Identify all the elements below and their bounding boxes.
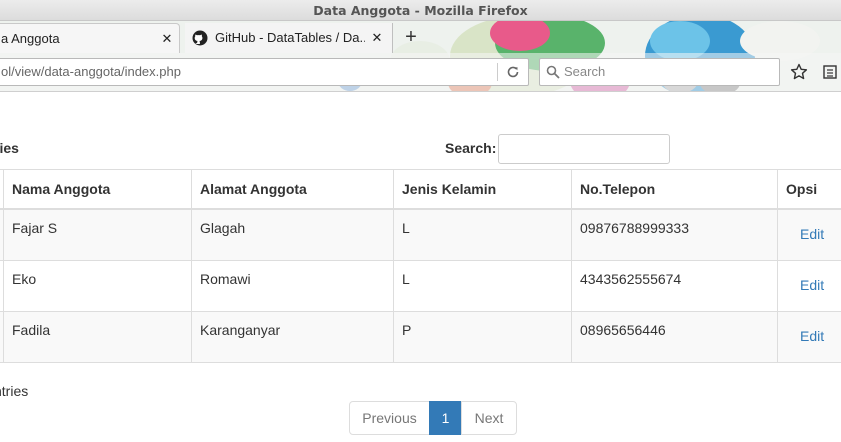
pagination-previous-button[interactable]: Previous	[349, 401, 430, 435]
cell-alamat: Glagah	[191, 209, 394, 261]
pagination-page-1-button[interactable]: 1	[429, 401, 462, 435]
entries-length-label: ries	[0, 140, 19, 156]
reload-icon[interactable]	[505, 64, 521, 80]
table-info-text: ntries	[0, 383, 29, 399]
edit-link[interactable]: Edit	[800, 226, 824, 242]
column-header-jenis-kelamin[interactable]: Jenis Kelamin	[393, 169, 572, 210]
tab-close-icon[interactable]: ✕	[369, 23, 385, 53]
table-row: Fadila Karanganyar P 08965656446 Edit	[0, 311, 841, 363]
cell-alamat: Romawi	[191, 260, 394, 312]
cell-opsi: Edit	[777, 311, 841, 363]
table-search-label: Search:	[445, 140, 497, 156]
window-title: Data Anggota - Mozilla Firefox	[313, 3, 528, 18]
cell-nama: Fadila	[3, 311, 192, 363]
cell-telepon: 4343562555674	[571, 260, 778, 312]
reading-list-icon[interactable]	[822, 64, 838, 80]
cell-telepon: 08965656446	[571, 311, 778, 363]
browser-search-placeholder: Search	[564, 64, 606, 79]
url-text[interactable]: ol/view/data-anggota/index.php	[1, 59, 181, 85]
navigation-bar: ol/view/data-anggota/index.php Search	[0, 53, 841, 91]
cell-jenis-kelamin: P	[393, 311, 572, 363]
column-header-telepon[interactable]: No.Telepon	[571, 169, 778, 210]
search-icon	[546, 65, 560, 79]
column-header-nama[interactable]: Nama Anggota	[3, 169, 192, 210]
cell-jenis-kelamin: L	[393, 260, 572, 312]
cell-nama: Eko	[3, 260, 192, 312]
pagination: Previous 1 Next	[349, 401, 517, 435]
browser-search-bar[interactable]: Search	[539, 58, 780, 86]
pagination-next-button[interactable]: Next	[461, 401, 517, 435]
tab-close-icon[interactable]: ✕	[159, 24, 175, 53]
browser-chrome: a Anggota ✕ GitHub - DataTables / Da... …	[0, 21, 841, 92]
github-icon	[192, 30, 208, 46]
cell-telepon: 09876788999333	[571, 209, 778, 261]
edit-link[interactable]: Edit	[800, 328, 824, 344]
table-search-input[interactable]	[498, 134, 670, 164]
table-header-row: Nama Anggota Alamat Anggota Jenis Kelami…	[0, 169, 841, 210]
tab-github-datatables[interactable]: GitHub - DataTables / Da... ✕	[185, 23, 393, 53]
edit-link[interactable]: Edit	[800, 277, 824, 293]
bookmark-star-icon[interactable]	[790, 63, 808, 81]
url-bar[interactable]: ol/view/data-anggota/index.php	[0, 58, 529, 86]
url-divider	[497, 63, 498, 81]
cell-jenis-kelamin: L	[393, 209, 572, 261]
new-tab-icon[interactable]: +	[400, 23, 422, 53]
column-header-alamat[interactable]: Alamat Anggota	[191, 169, 394, 210]
tab-label: a Anggota	[1, 31, 60, 46]
cell-opsi: Edit	[777, 209, 841, 261]
cell-opsi: Edit	[777, 260, 841, 312]
column-header-opsi[interactable]: Opsi	[777, 169, 841, 210]
table-row: Eko Romawi L 4343562555674 Edit	[0, 260, 841, 312]
tab-data-anggota[interactable]: a Anggota ✕	[0, 23, 180, 53]
cell-alamat: Karanganyar	[191, 311, 394, 363]
anggota-table: Nama Anggota Alamat Anggota Jenis Kelami…	[0, 169, 841, 363]
table-row: Fajar S Glagah L 09876788999333 Edit	[0, 209, 841, 261]
cell-nama: Fajar S	[3, 209, 192, 261]
tab-label: GitHub - DataTables / Da...	[215, 30, 365, 45]
window-title-bar: Data Anggota - Mozilla Firefox	[0, 0, 841, 21]
